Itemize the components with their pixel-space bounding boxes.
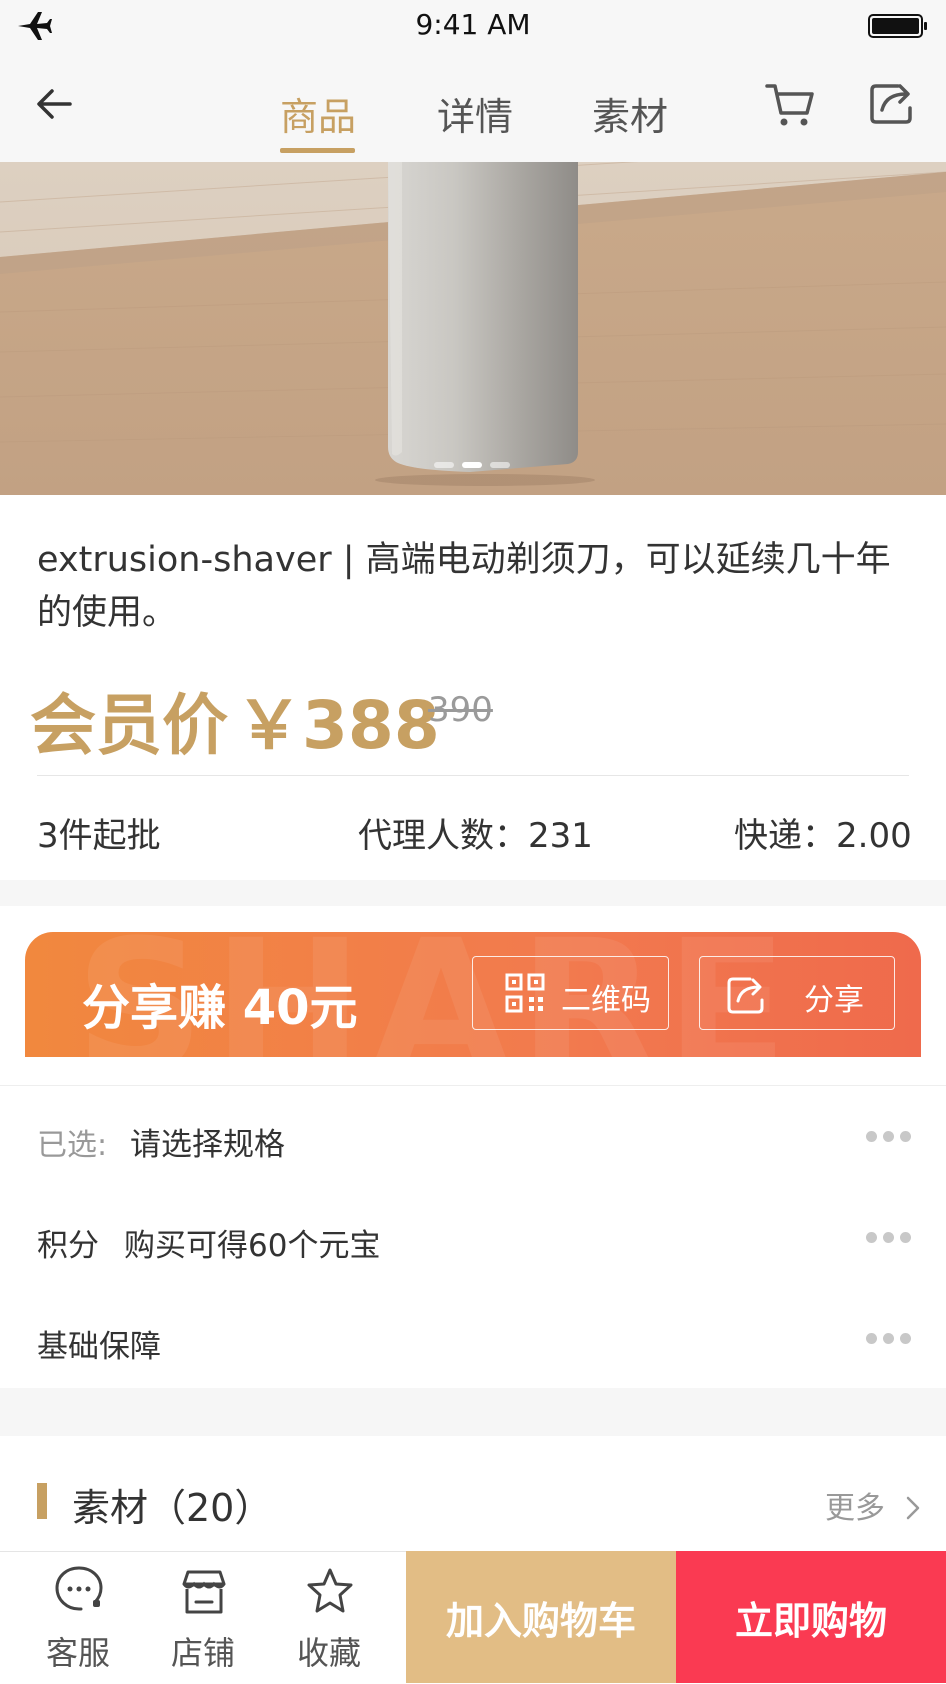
tab-product[interactable]: 商品 xyxy=(280,86,356,141)
service-label[interactable]: 客服 xyxy=(28,1628,128,1674)
more-link[interactable]: 更多 xyxy=(825,1483,923,1527)
banner-spacer xyxy=(0,1057,946,1086)
section-gap xyxy=(0,1388,946,1436)
share-label: 分享 xyxy=(804,983,864,1018)
member-price-label: 会员价 xyxy=(30,687,228,764)
cart-icon[interactable] xyxy=(764,78,816,130)
favorite-label[interactable]: 收藏 xyxy=(279,1628,379,1674)
tab-materials[interactable]: 素材 xyxy=(592,86,668,141)
guarantee-label: 基础保障 xyxy=(37,1329,161,1365)
more-icon xyxy=(866,1232,912,1246)
points-row[interactable]: 积分 购买可得60个元宝 xyxy=(0,1196,946,1280)
share-button[interactable]: 分享 xyxy=(699,956,895,1030)
more-icon xyxy=(866,1131,912,1145)
qrcode-button[interactable]: 二维码 xyxy=(472,956,669,1030)
shop-label[interactable]: 店铺 xyxy=(153,1628,253,1674)
buy-now-button[interactable]: 立即购物 xyxy=(676,1551,946,1683)
star-icon[interactable] xyxy=(304,1566,356,1618)
qrcode-label: 二维码 xyxy=(561,983,651,1018)
more-icon xyxy=(866,1333,912,1347)
share-arrow-icon xyxy=(727,977,764,1014)
product-image[interactable] xyxy=(0,162,946,495)
points-value: 购买可得60个元宝 xyxy=(124,1228,381,1264)
shipping-fee: 快递：2.00 xyxy=(734,816,912,856)
battery-icon xyxy=(868,14,927,38)
share-earn-text: 分享赚 40元 xyxy=(82,980,358,1036)
carousel-indicator xyxy=(434,462,514,470)
add-to-cart-button[interactable]: 加入购物车 xyxy=(406,1551,676,1683)
customer-service-icon[interactable] xyxy=(53,1564,105,1616)
divider xyxy=(37,775,909,776)
agent-count: 代理人数：231 xyxy=(358,816,593,856)
spec-value: 请选择规格 xyxy=(130,1127,285,1163)
tab-details[interactable]: 详情 xyxy=(437,86,513,141)
chevron-right-icon xyxy=(906,1496,919,1520)
member-price: ￥388 xyxy=(236,687,440,764)
original-price: 390 xyxy=(428,690,493,730)
points-label: 积分 xyxy=(37,1228,99,1264)
status-time: 9:41 AM xyxy=(415,8,531,41)
materials-title: 素材（20） xyxy=(72,1486,273,1530)
shop-icon[interactable] xyxy=(178,1566,230,1618)
spec-row[interactable]: 已选: 请选择规格 xyxy=(0,1095,946,1179)
section-gap xyxy=(0,880,946,906)
qrcode-icon xyxy=(505,973,545,1013)
guarantee-row[interactable]: 基础保障 xyxy=(0,1297,946,1381)
spec-label: 已选: xyxy=(37,1128,108,1163)
back-arrow-icon[interactable] xyxy=(34,84,74,124)
section-marker xyxy=(37,1483,47,1519)
more-label: 更多 xyxy=(825,1491,885,1526)
min-order: 3件起批 xyxy=(37,816,161,856)
active-tab-indicator xyxy=(280,148,355,153)
share-icon[interactable] xyxy=(868,78,920,130)
product-title: extrusion-shaver | 高端电动剃须刀，可以延续几十年的使用。 xyxy=(37,540,891,633)
